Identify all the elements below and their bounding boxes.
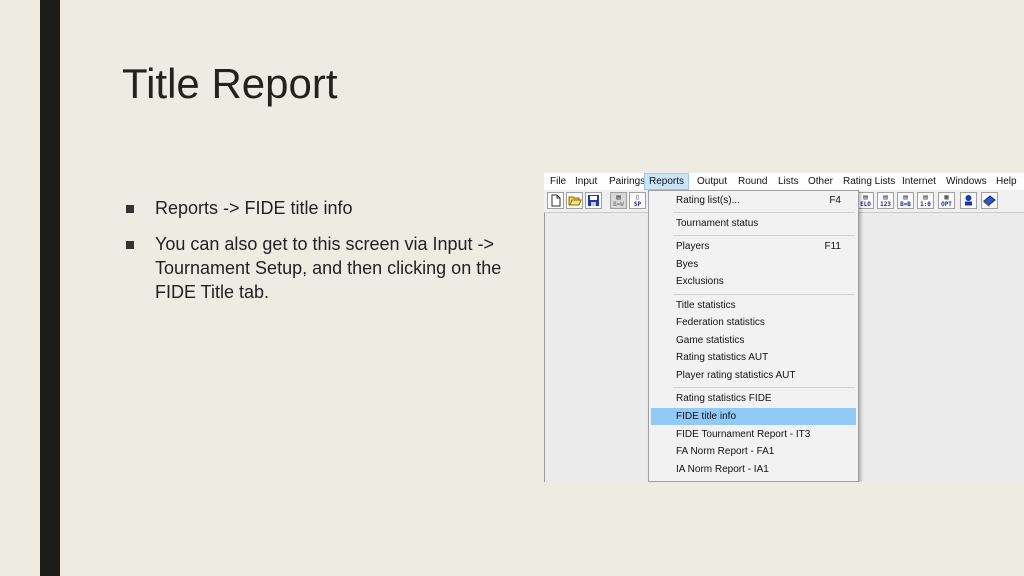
bullet-list: Reports -> FIDE title info You can also … [122,196,532,316]
numbered-list-icon[interactable]: ▤ 123 [877,192,894,209]
menu-item-fa-norm-report[interactable]: FA Norm Report - FA1 [651,443,856,460]
menu-lists[interactable]: Lists [778,175,799,188]
new-file-icon[interactable] [547,192,564,209]
menu-item-byes[interactable]: Byes [651,256,856,273]
menu-item-player-rating-statistics-aut[interactable]: Player rating statistics AUT [651,367,856,384]
square-bullet-icon [126,241,134,249]
menu-input[interactable]: Input [575,175,597,188]
menu-help[interactable]: Help [996,175,1017,188]
menu-separator [673,294,855,295]
save-disk-icon[interactable] [585,192,602,209]
open-folder-icon[interactable] [566,192,583,209]
reports-dropdown-menu: Rating list(s)... F4 Tournament status P… [648,190,859,482]
menu-item-ia-norm-report[interactable]: IA Norm Report - IA1 [651,461,856,478]
menu-internet[interactable]: Internet [902,175,936,188]
pairing-disabled-icon[interactable]: ▤ B=W [610,192,627,209]
menu-pairings[interactable]: Pairings [609,175,645,188]
bullet-text: Reports -> FIDE title info [155,198,353,218]
menu-item-fide-tournament-report[interactable]: FIDE Tournament Report - IT3 [651,426,856,443]
menu-separator [673,235,855,236]
bullet-item: You can also get to this screen via Inpu… [122,232,532,304]
menu-rating-lists[interactable]: Rating Lists [843,175,895,188]
elo-report-icon[interactable]: ▤ ELO [857,192,874,209]
menu-item-rating-statistics-aut[interactable]: Rating statistics AUT [651,349,856,366]
player-icon[interactable] [960,192,977,209]
book-icon[interactable] [981,192,998,209]
score-result-icon[interactable]: ▤ 1:0 [917,192,934,209]
menu-round[interactable]: Round [738,175,767,188]
menu-file[interactable]: File [550,175,566,188]
menu-reports[interactable]: Reports [643,173,690,190]
sp-document-icon[interactable]: ▯ SP [629,192,646,209]
bullet-item: Reports -> FIDE title info [122,196,532,220]
square-bullet-icon [126,205,134,213]
menu-item-title-statistics[interactable]: Title statistics [651,297,856,314]
menu-item-federation-statistics[interactable]: Federation statistics [651,314,856,331]
menu-item-fide-title-info[interactable]: FIDE title info [651,408,856,425]
board-pairing-icon[interactable]: ▤ B=B [897,192,914,209]
bullet-text: You can also get to this screen via Inpu… [155,234,502,302]
slide-title: Title Report [122,60,338,107]
menu-item-game-statistics[interactable]: Game statistics [651,332,856,349]
menu-separator [673,212,855,213]
app-screenshot: File Input Pairings Reports Output Round… [544,173,1024,482]
menu-separator [673,387,855,388]
menu-item-exclusions[interactable]: Exclusions [651,273,856,290]
options-icon[interactable]: ▦ OPT [938,192,955,209]
slide-accent-bar [40,0,60,576]
menu-item-players[interactable]: Players F11 [651,238,856,255]
menu-windows[interactable]: Windows [946,175,987,188]
menu-bar: File Input Pairings Reports Output Round… [544,173,1024,190]
menu-other[interactable]: Other [808,175,833,188]
menu-item-tournament-status[interactable]: Tournament status [651,215,856,232]
menu-output[interactable]: Output [697,175,727,188]
menu-item-rating-statistics-fide[interactable]: Rating statistics FIDE [651,390,856,407]
menu-item-rating-lists[interactable]: Rating list(s)... F4 [651,192,856,209]
